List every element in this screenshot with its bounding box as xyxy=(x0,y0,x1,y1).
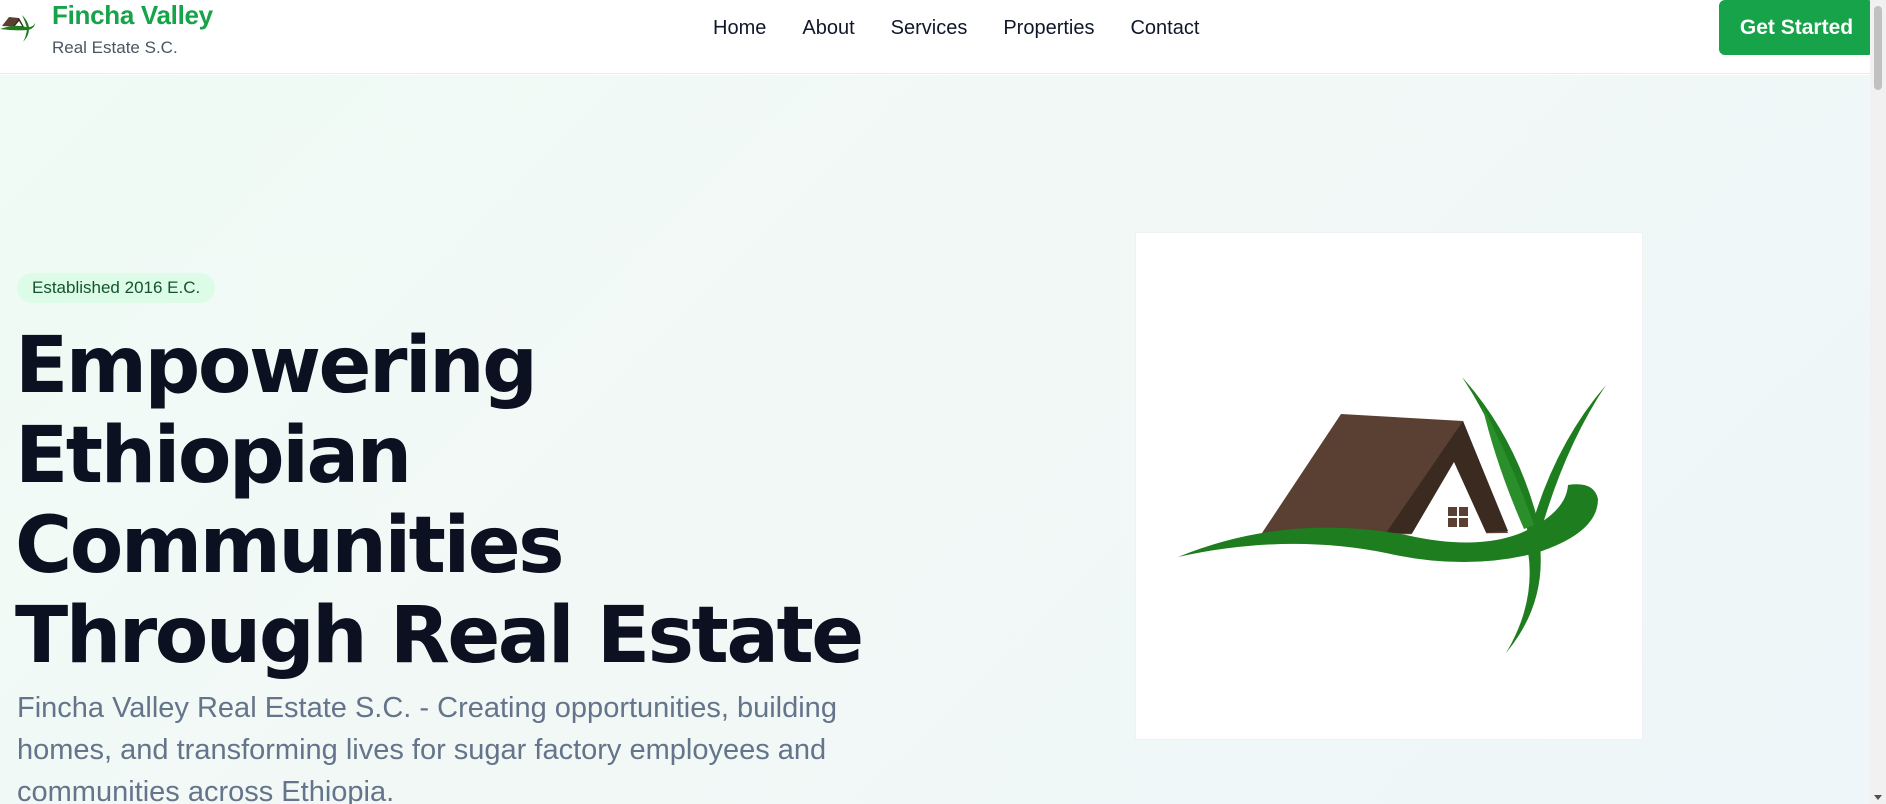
hero-section: Established 2016 E.C. Empowering Ethiopi… xyxy=(0,75,1870,804)
brand-subtitle: Real Estate S.C. xyxy=(52,38,178,57)
main-nav: Home About Services Properties Contact xyxy=(713,16,1199,40)
get-started-button[interactable]: Get Started xyxy=(1719,0,1874,55)
headline-line: Ethiopian xyxy=(15,411,412,501)
house-with-leaves-logo xyxy=(1178,377,1606,653)
page: Fincha Valley Real Estate S.C. Home Abou… xyxy=(0,0,1886,804)
nav-about[interactable]: About xyxy=(802,16,854,40)
page-scrollbar[interactable] xyxy=(1870,0,1886,804)
headline-line: Through Real Estate xyxy=(15,591,864,681)
scrollbar-thumb[interactable] xyxy=(1874,6,1882,90)
headline-line: Empowering xyxy=(15,321,538,411)
site-header: Fincha Valley Real Estate S.C. Home Abou… xyxy=(0,0,1874,74)
hero-image-card xyxy=(1136,233,1642,739)
house-with-leaves-icon xyxy=(0,15,35,42)
nav-home[interactable]: Home xyxy=(713,16,766,40)
nav-contact[interactable]: Contact xyxy=(1130,16,1199,40)
brand-name: Fincha Valley xyxy=(52,0,213,30)
headline-line: Communities xyxy=(15,501,565,591)
scroll-down-arrow-icon[interactable] xyxy=(1874,795,1882,800)
hero-headline: Empowering Ethiopian Communities Through… xyxy=(15,321,915,681)
nav-properties[interactable]: Properties xyxy=(1003,16,1094,40)
hero-lead-text: Fincha Valley Real Estate S.C. - Creatin… xyxy=(17,692,837,804)
established-badge: Established 2016 E.C. xyxy=(17,273,216,303)
nav-services[interactable]: Services xyxy=(891,16,968,40)
